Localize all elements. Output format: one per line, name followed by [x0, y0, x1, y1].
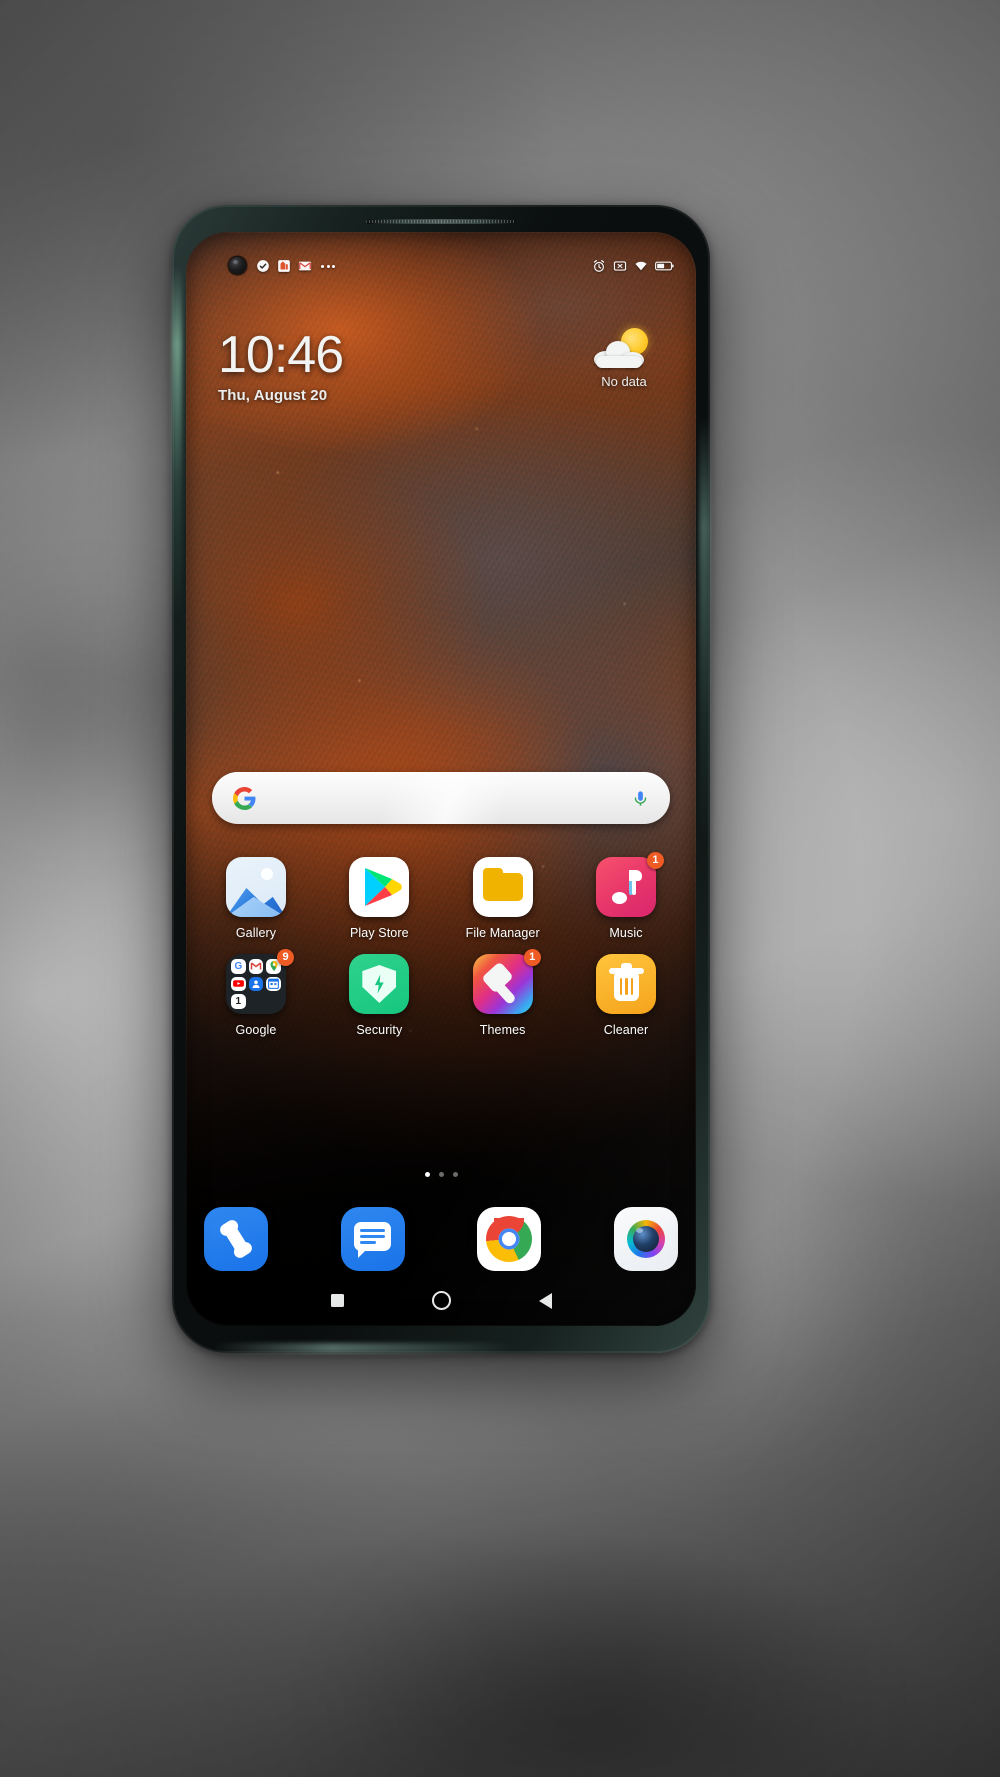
page-dot[interactable]	[452, 1172, 458, 1177]
phone-screen[interactable]: 10:46 Thu, August 20 No data Gallery Pla…	[186, 232, 696, 1326]
weather-widget[interactable]: No data	[578, 328, 670, 389]
gallery-icon	[226, 857, 286, 917]
phone-icon[interactable]	[204, 1207, 268, 1271]
page-dot-active[interactable]	[424, 1172, 430, 1177]
sun-behind-cloud-icon	[594, 328, 654, 370]
app-label: Gallery	[235, 926, 277, 940]
app-cleaner[interactable]: Cleaner	[574, 954, 678, 1037]
navigation-bar	[186, 1291, 696, 1310]
circle-icon[interactable]	[431, 1291, 451, 1310]
triangle-left-icon[interactable]	[538, 1292, 552, 1309]
app-gallery[interactable]: Gallery	[204, 857, 308, 940]
chrome-icon[interactable]	[477, 1207, 542, 1271]
app-row-2: 9 G 1 Google Security 1 Themes Cleaner	[204, 949, 678, 1037]
checkmark-circle-icon	[257, 260, 269, 272]
app-label: Security	[356, 1023, 403, 1037]
photo-scene: 10:46 Thu, August 20 No data Gallery Pla…	[0, 0, 1000, 1777]
app-security[interactable]: Security	[327, 954, 431, 1037]
frame-highlight-left	[172, 265, 182, 625]
alarm-icon	[593, 259, 605, 272]
clock-time: 10:46	[218, 326, 344, 384]
app-label: Play Store	[349, 926, 409, 940]
app-file-manager[interactable]: File Manager	[451, 857, 555, 940]
clock-date: Thu, August 20	[218, 387, 328, 404]
dock	[204, 1207, 678, 1271]
clock-widget[interactable]: 10:46 Thu, August 20	[218, 326, 344, 404]
cleaner-icon	[595, 954, 656, 1014]
google-search-bar[interactable]	[212, 772, 670, 824]
status-bar-notifications	[256, 259, 335, 273]
more-notifications-icon	[321, 264, 335, 268]
app-label: Themes	[479, 1023, 526, 1037]
mini-app-icon: 1	[231, 994, 246, 1009]
notification-badge: 1	[523, 949, 541, 966]
square-icon[interactable]	[330, 1294, 344, 1307]
messages-icon[interactable]	[340, 1207, 405, 1271]
status-bar-system-icons	[592, 259, 674, 273]
play-store-icon	[349, 857, 410, 917]
app-label: File Manager	[465, 926, 540, 940]
notification-badge: 9	[277, 949, 294, 966]
camera-icon[interactable]	[613, 1207, 678, 1271]
mini-google-icon: G	[231, 959, 246, 974]
earpiece-speaker	[366, 219, 516, 224]
page-dot[interactable]	[438, 1172, 444, 1177]
file-manager-icon	[472, 857, 533, 917]
frame-highlight-right	[699, 415, 710, 845]
google-folder-icon: G 1	[226, 954, 286, 1014]
app-label: Music	[609, 926, 643, 940]
cloud-shape	[594, 341, 646, 368]
battery-icon	[655, 261, 674, 271]
app-label: Cleaner	[603, 1023, 649, 1037]
app-grid: Gallery Play Store File Manager 1 Music …	[204, 852, 678, 1051]
mini-contacts-icon	[248, 976, 264, 992]
app-google-folder[interactable]: 9 G 1 Google	[204, 949, 308, 1037]
status-bar	[186, 254, 696, 278]
notification-badge: 1	[646, 852, 664, 869]
themes-icon	[472, 954, 533, 1014]
security-icon	[349, 954, 410, 1014]
app-music[interactable]: 1 Music	[574, 852, 678, 940]
microphone-icon[interactable]	[631, 786, 650, 811]
app-notification-icon	[278, 260, 290, 272]
gmail-icon	[298, 261, 312, 271]
phone-device: 10:46 Thu, August 20 No data Gallery Pla…	[172, 205, 710, 1353]
mini-calendar-icon	[266, 976, 281, 992]
page-indicator[interactable]	[186, 1172, 696, 1177]
mini-gmail-icon	[248, 959, 264, 974]
app-row-1: Gallery Play Store File Manager 1 Music	[204, 852, 678, 940]
wifi-icon	[635, 261, 647, 271]
weather-status: No data	[601, 374, 647, 389]
app-themes[interactable]: 1 Themes	[451, 949, 555, 1037]
google-g-icon	[233, 786, 256, 810]
silent-mode-icon	[613, 261, 627, 271]
frame-highlight-bottom	[212, 1343, 512, 1353]
app-label: Google	[235, 1023, 277, 1037]
mini-youtube-icon	[231, 976, 246, 992]
search-bar-glare	[212, 772, 670, 824]
app-play-store[interactable]: Play Store	[327, 857, 431, 940]
music-icon	[595, 857, 656, 917]
